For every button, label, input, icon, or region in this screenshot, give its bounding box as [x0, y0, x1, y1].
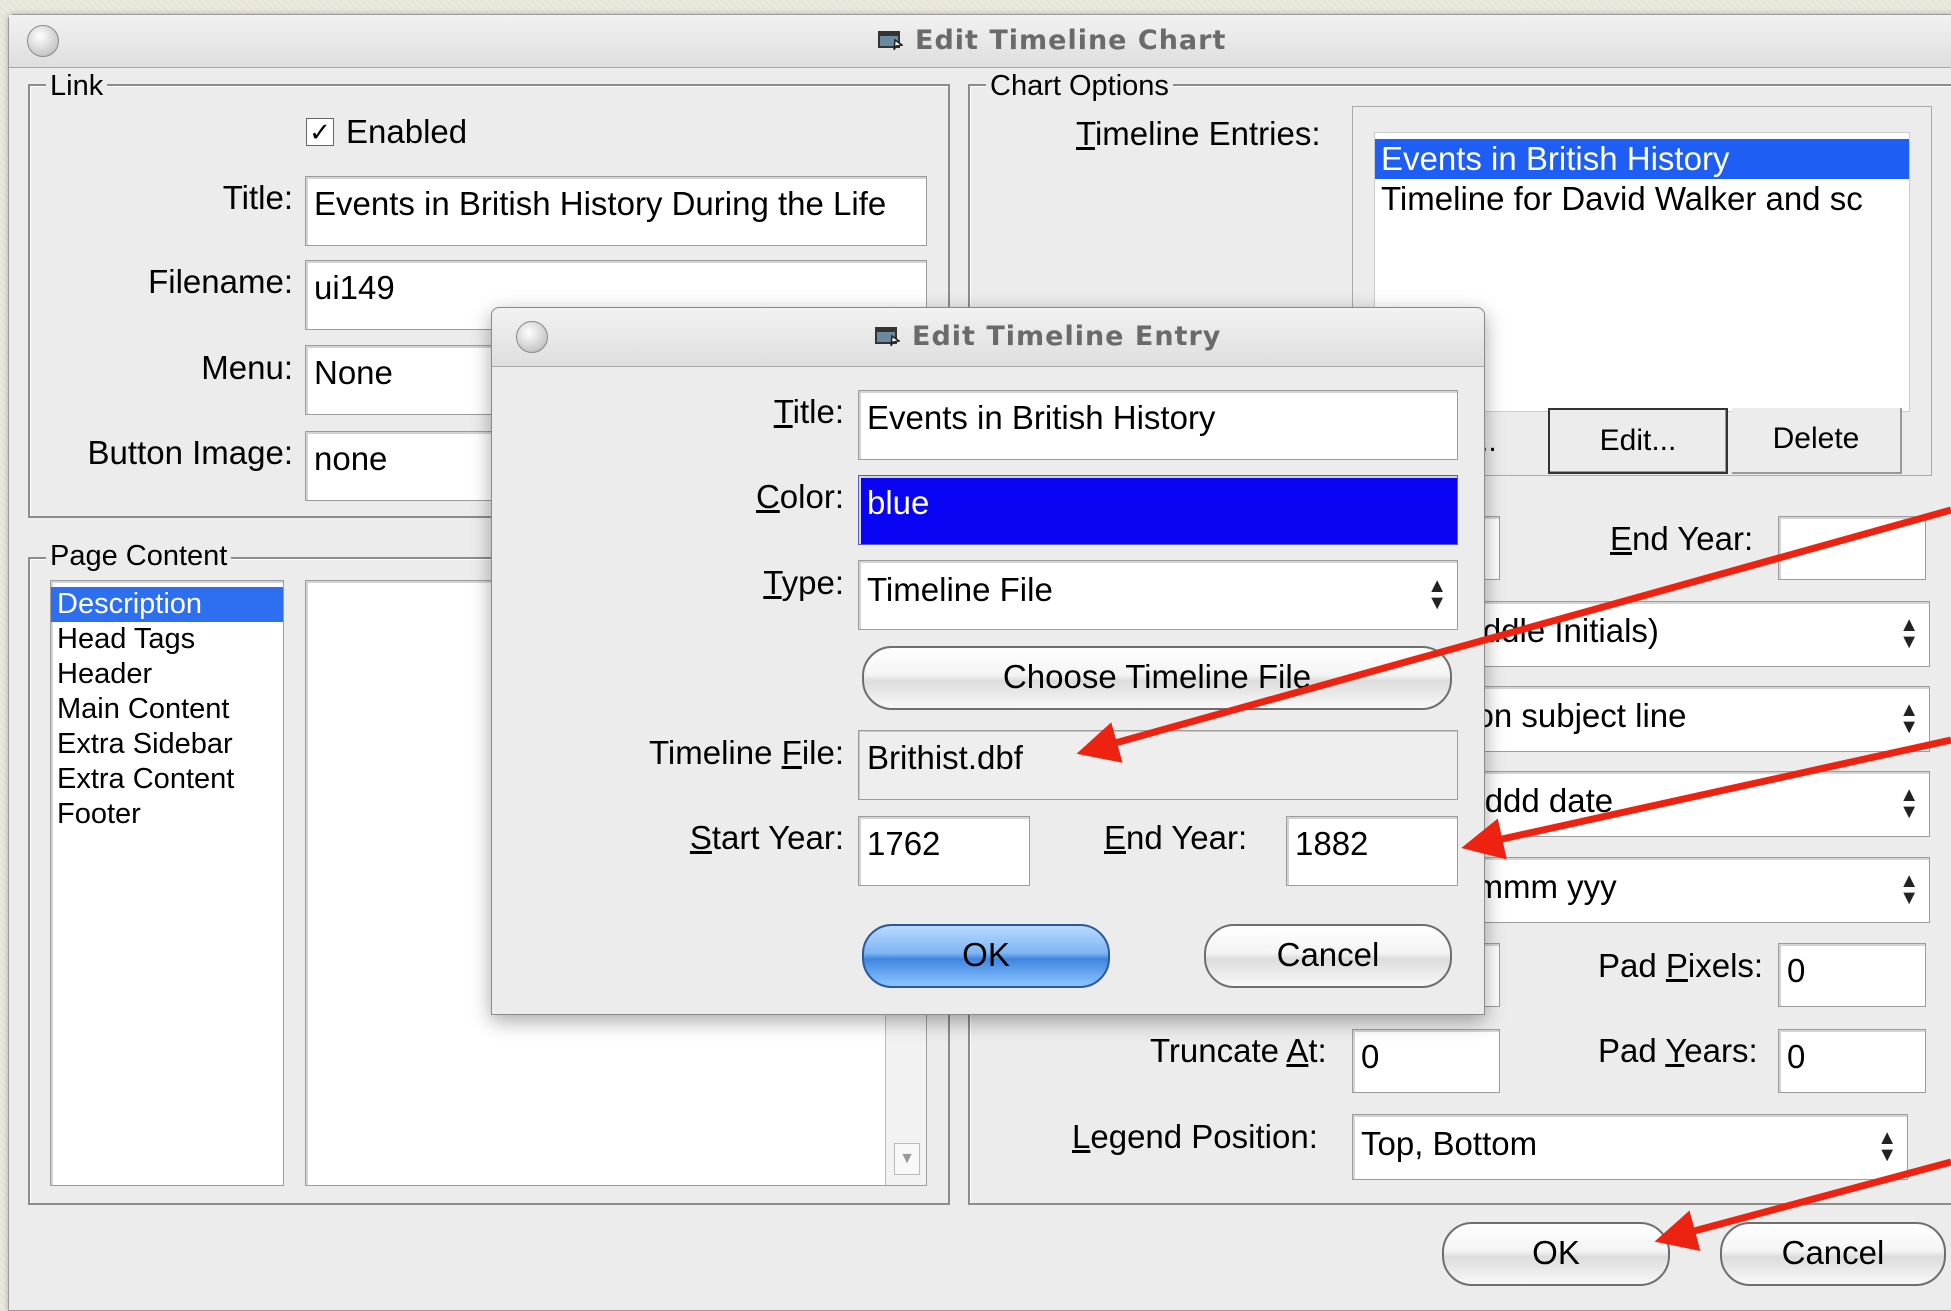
- truncate-at-input[interactable]: 0: [1352, 1029, 1500, 1093]
- dialog-titlebar: Edit Timeline Entry: [492, 308, 1484, 367]
- list-item[interactable]: Footer: [51, 797, 283, 832]
- entry-type-value: Timeline File: [867, 571, 1053, 608]
- window-close-button[interactable]: [27, 25, 59, 57]
- date-format-select[interactable]: e, ddd date ▲ ▼: [1440, 771, 1930, 837]
- chart-end-year-label: End Year:: [1610, 520, 1754, 557]
- entry-ok-button[interactable]: OK: [862, 924, 1110, 988]
- filename-label: Filename:: [148, 263, 293, 300]
- main-cancel-button[interactable]: Cancel: [1720, 1222, 1946, 1286]
- entry-cancel-button[interactable]: Cancel: [1204, 924, 1452, 988]
- chart-options-group-label: Chart Options: [986, 70, 1173, 102]
- link-group-label: Link: [46, 70, 108, 102]
- dialog-close-button[interactable]: [516, 321, 548, 353]
- entry-color-swatch[interactable]: blue: [858, 475, 1458, 545]
- start-year-label: Start Year:: [689, 819, 844, 856]
- legend-position-select[interactable]: Top, Bottom ▲ ▼: [1352, 1114, 1908, 1180]
- dialog-title: Edit Timeline Entry: [874, 308, 1221, 366]
- updown-arrows-icon: ▲ ▼: [1899, 870, 1919, 909]
- list-item[interactable]: Main Content: [51, 692, 283, 727]
- page-content-group-label: Page Content: [46, 540, 232, 572]
- legend-position-value: Top, Bottom: [1361, 1125, 1538, 1162]
- updown-arrows-icon: ▲ ▼: [1427, 575, 1447, 614]
- scroll-down-arrow-icon[interactable]: ▼: [894, 1143, 920, 1175]
- entry-color-label: Color:: [755, 478, 844, 515]
- pad-years-label: Pad Years:: [1598, 1032, 1758, 1069]
- timeline-entries-label: Timeline Entries:: [1076, 115, 1321, 152]
- page-content-list[interactable]: Description Head Tags Header Main Conten…: [50, 580, 284, 1186]
- entry-title-input[interactable]: Events in British History: [858, 390, 1458, 460]
- choose-timeline-file-button[interactable]: Choose Timeline File: [862, 646, 1452, 710]
- button-image-label: Button Image:: [87, 434, 293, 471]
- timeline-entry-item[interactable]: Timeline for David Walker and sc: [1375, 179, 1909, 219]
- list-item[interactable]: Extra Sidebar: [51, 727, 283, 762]
- month-format-select[interactable]: Mmmm yyy ▲ ▼: [1440, 857, 1930, 923]
- chart-end-year-input[interactable]: [1778, 516, 1926, 580]
- list-item[interactable]: Head Tags: [51, 622, 283, 657]
- list-item[interactable]: Header: [51, 657, 283, 692]
- list-item[interactable]: Description: [51, 587, 283, 622]
- entry-end-year-input[interactable]: 1882: [1286, 816, 1458, 886]
- timeline-file-value: Brithist.dbf: [858, 730, 1458, 800]
- pad-pixels-label: Pad Pixels:: [1598, 947, 1764, 984]
- edit-entry-button[interactable]: Edit...: [1548, 408, 1728, 474]
- pad-years-input[interactable]: 0: [1778, 1029, 1926, 1093]
- window-titlebar: Edit Timeline Chart: [9, 15, 1951, 68]
- pad-pixels-input[interactable]: 0: [1778, 943, 1926, 1007]
- entry-title-label: Title:: [773, 393, 844, 430]
- updown-arrows-icon: ▲ ▼: [1877, 1127, 1897, 1166]
- window-title: Edit Timeline Chart: [877, 15, 1226, 67]
- enabled-checkbox[interactable]: ✓: [306, 118, 334, 146]
- updown-arrows-icon: ▲ ▼: [1899, 699, 1919, 738]
- timeline-file-label: Timeline File:: [648, 734, 844, 771]
- entry-end-year-label: End Year:: [1104, 819, 1248, 856]
- title-input[interactable]: Events in British History During the Lif…: [305, 176, 927, 246]
- legend-position-label: Legend Position:: [1072, 1118, 1318, 1155]
- updown-arrows-icon: ▲ ▼: [1899, 614, 1919, 653]
- delete-entry-button[interactable]: Delete: [1732, 408, 1902, 474]
- chart-window-icon: [878, 30, 903, 50]
- entry-type-label: Type:: [763, 564, 844, 601]
- timeline-entry-item[interactable]: Events in British History: [1375, 139, 1909, 179]
- list-item[interactable]: Extra Content: [51, 762, 283, 797]
- updown-arrows-icon: ▲ ▼: [1899, 784, 1919, 823]
- start-year-input[interactable]: 1762: [858, 816, 1030, 886]
- main-ok-button[interactable]: OK: [1442, 1222, 1670, 1286]
- menu-label: Menu:: [201, 349, 293, 386]
- subject-select[interactable]: n on subject line ▲ ▼: [1440, 686, 1930, 752]
- chart-window-icon: [875, 326, 900, 346]
- entry-type-select[interactable]: Timeline File ▲ ▼: [858, 560, 1458, 630]
- names-select[interactable]: Middle Initials) ▲ ▼: [1440, 601, 1930, 667]
- title-label: Title:: [222, 179, 293, 216]
- enabled-label: Enabled: [346, 113, 468, 150]
- truncate-at-label: Truncate At:: [1150, 1032, 1327, 1069]
